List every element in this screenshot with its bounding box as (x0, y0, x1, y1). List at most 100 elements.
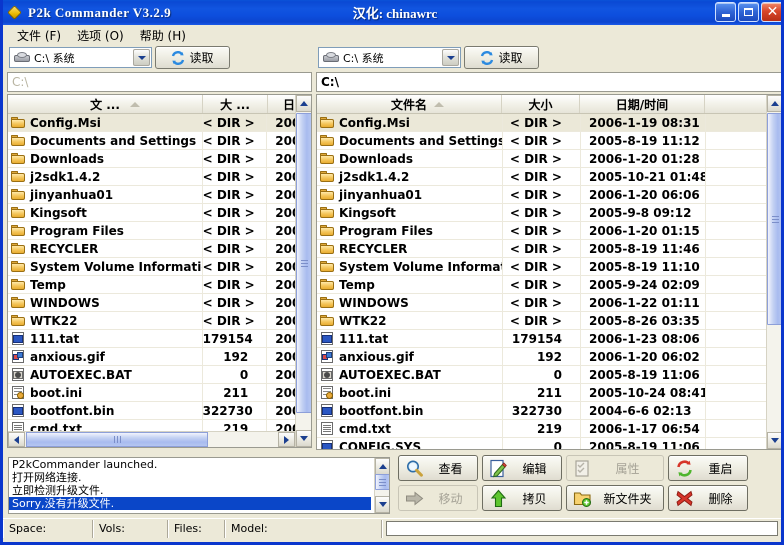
table-row[interactable]: Downloads< DIR >2006-1-20 01:28 (317, 150, 782, 168)
log-vertical-scrollbar[interactable] (374, 458, 389, 513)
table-row[interactable]: bootfont.bin3227302004-6-6 02:13 (317, 402, 782, 420)
table-row[interactable]: AUTOEXEC.BAT0200 (8, 366, 311, 384)
left-path-field[interactable]: C:\ (7, 72, 312, 92)
table-row[interactable]: j2sdk1.4.2< DIR >2005-10-21 01:48 (317, 168, 782, 186)
table-row[interactable]: Program Files< DIR >2006-1-20 01:15 (317, 222, 782, 240)
left-file-list[interactable]: 文 ... 大 ... 日 Config.Msi< DIR >200Docume… (7, 94, 312, 448)
table-row[interactable]: jinyanhua01< DIR >200 (8, 186, 311, 204)
table-row[interactable]: Temp< DIR >2005-9-24 02:09 (317, 276, 782, 294)
scroll-right-icon[interactable] (278, 432, 295, 447)
left-drive-select[interactable]: C:\ 系统 (9, 47, 152, 68)
left-column-size[interactable]: 大 ... (203, 95, 268, 113)
log-line[interactable]: 打开网络连接. (9, 471, 389, 484)
left-column-name[interactable]: 文 ... (8, 95, 203, 113)
folder-icon (11, 296, 26, 309)
file-name-cell: Downloads (317, 152, 502, 166)
menu-item-help[interactable]: 帮助 (H) (132, 25, 194, 46)
right-row-container: Config.Msi< DIR >2006-1-19 08:31Document… (317, 114, 782, 449)
properties-button[interactable]: 属性 (566, 455, 664, 481)
arrow-right-icon (405, 489, 424, 508)
table-row[interactable]: Documents and Settings< DIR >200 (8, 132, 311, 150)
right-read-button[interactable]: 读取 (464, 46, 539, 69)
file-name-cell: Downloads (8, 152, 202, 166)
table-row[interactable]: Program Files< DIR >200 (8, 222, 311, 240)
scroll-up-icon[interactable] (767, 95, 783, 112)
table-row[interactable]: System Volume Information< DIR >200 (8, 258, 311, 276)
status-extra-field[interactable] (386, 521, 778, 536)
scroll-left-icon[interactable] (8, 432, 25, 447)
table-row[interactable]: Documents and Settings< DIR >2005-8-19 1… (317, 132, 782, 150)
table-row[interactable]: Config.Msi< DIR >2006-1-19 08:31 (317, 114, 782, 132)
table-row[interactable]: WTK22< DIR >200 (8, 312, 311, 330)
table-row[interactable]: RECYCLER< DIR >200 (8, 240, 311, 258)
table-row[interactable]: Config.Msi< DIR >200 (8, 114, 311, 132)
table-row[interactable]: j2sdk1.4.2< DIR >200 (8, 168, 311, 186)
left-vertical-scrollbar[interactable] (295, 95, 311, 447)
table-row[interactable]: RECYCLER< DIR >2005-8-19 11:46 (317, 240, 782, 258)
file-name-cell: Documents and Settings (8, 134, 202, 148)
right-column-size[interactable]: 大小 (502, 95, 580, 113)
right-file-list[interactable]: 文件名 大小 日期/时间 Config.Msi< DIR >2006-1-19 … (316, 94, 783, 450)
table-row[interactable]: boot.ini211200 (8, 384, 311, 402)
text-file-icon (320, 422, 335, 435)
table-row[interactable]: WTK22< DIR >2005-8-26 03:35 (317, 312, 782, 330)
scroll-up-icon[interactable] (296, 95, 312, 112)
left-read-button[interactable]: 读取 (155, 46, 230, 69)
table-row[interactable]: System Volume Information< DIR >2005-8-1… (317, 258, 782, 276)
chevron-down-icon[interactable] (442, 49, 459, 66)
log-line[interactable]: P2kCommander launched. (9, 458, 389, 471)
left-scroll-thumb[interactable] (296, 113, 312, 413)
table-row[interactable]: WINDOWS< DIR >200 (8, 294, 311, 312)
table-row[interactable]: boot.ini2112005-10-24 08:41 (317, 384, 782, 402)
status-extra-field-wrap (382, 520, 781, 538)
log-scroll-thumb[interactable] (375, 474, 390, 490)
right-column-name[interactable]: 文件名 (317, 95, 502, 113)
menu-item-file[interactable]: 文件 (F) (9, 25, 69, 46)
table-row[interactable]: 111.tat1791542006-1-23 08:06 (317, 330, 782, 348)
file-name-label: 111.tat (30, 332, 79, 346)
table-row[interactable]: Downloads< DIR >200 (8, 150, 311, 168)
copy-button[interactable]: 拷贝 (482, 485, 562, 511)
log-line[interactable]: 立即检测升级文件. (9, 484, 389, 497)
table-row[interactable]: CONFIG.SYS02005-8-19 11:06 (317, 438, 782, 450)
scroll-down-icon[interactable] (296, 430, 312, 447)
table-row[interactable]: cmd.txt2192006-1-17 06:54 (317, 420, 782, 438)
table-row[interactable]: Kingsoft< DIR >200 (8, 204, 311, 222)
move-button[interactable]: 移动 (398, 485, 478, 511)
chevron-down-icon[interactable] (133, 49, 150, 66)
table-row[interactable]: bootfont.bin322730200 (8, 402, 311, 420)
table-row[interactable]: anxious.gif1922006-1-20 06:02 (317, 348, 782, 366)
menu-item-options[interactable]: 选项 (O) (69, 25, 132, 46)
file-date-cell: 2005-10-21 01:48 (580, 168, 705, 186)
table-row[interactable]: Kingsoft< DIR >2005-9-8 09:12 (317, 204, 782, 222)
log-panel[interactable]: P2kCommander launched.打开网络连接.立即检测升级文件.So… (8, 457, 390, 514)
file-date-cell: 2005-8-19 11:06 (580, 438, 705, 450)
table-row[interactable]: 111.tat179154200 (8, 330, 311, 348)
file-name-label: jinyanhua01 (339, 188, 422, 202)
edit-button[interactable]: 编辑 (482, 455, 562, 481)
scroll-down-icon[interactable] (375, 496, 390, 513)
log-line[interactable]: Sorry,没有升级文件. (9, 497, 371, 510)
table-row[interactable]: jinyanhua01< DIR >2006-1-20 06:06 (317, 186, 782, 204)
close-button[interactable]: ✕ (761, 2, 784, 22)
right-drive-select[interactable]: C:\ 系统 (318, 47, 461, 68)
folder-icon (320, 188, 335, 201)
minimize-button[interactable] (715, 2, 736, 22)
restart-button[interactable]: 重启 (668, 455, 748, 481)
left-hscroll-thumb[interactable] (26, 432, 208, 447)
maximize-button[interactable] (738, 2, 759, 22)
scroll-down-icon[interactable] (767, 432, 783, 449)
table-row[interactable]: Temp< DIR >200 (8, 276, 311, 294)
right-scroll-thumb[interactable] (767, 113, 783, 325)
left-horizontal-scrollbar[interactable] (8, 431, 295, 447)
right-column-date[interactable]: 日期/时间 (580, 95, 705, 113)
right-path-field[interactable]: C:\ (316, 72, 783, 92)
table-row[interactable]: AUTOEXEC.BAT02005-8-19 11:06 (317, 366, 782, 384)
view-button[interactable]: 查看 (398, 455, 478, 481)
delete-button[interactable]: 删除 (668, 485, 748, 511)
new-folder-button[interactable]: 新文件夹 (566, 485, 664, 511)
right-vertical-scrollbar[interactable] (766, 95, 782, 449)
table-row[interactable]: anxious.gif192200 (8, 348, 311, 366)
scroll-up-icon[interactable] (375, 458, 390, 475)
table-row[interactable]: WINDOWS< DIR >2006-1-22 01:11 (317, 294, 782, 312)
